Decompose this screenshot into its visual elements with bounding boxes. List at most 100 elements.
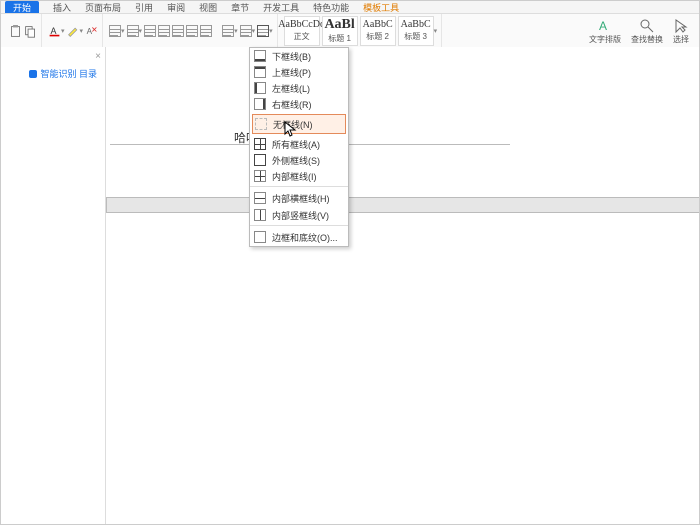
align-left-icon[interactable] [144,25,156,37]
app-window: { "menubar": { "start": "开始", "items": [… [0,0,700,525]
border-none-icon [255,118,267,130]
border-bottom-icon [254,50,266,62]
indent-decrease-icon[interactable] [222,25,234,37]
border-menu-label: 右框线(R) [272,98,312,111]
paragraph-group: ▾ ▾ ▾ ▾ ▾ [105,14,278,48]
border-menu-item-iv[interactable]: 内部竖框线(V) [250,207,348,223]
font-color-icon[interactable]: A [48,25,61,38]
highlight-icon[interactable] [67,25,80,38]
line-spacing-icon[interactable] [240,25,252,37]
border-menu-item-outer[interactable]: 外侧框线(S) [250,152,348,168]
tab-layout[interactable]: 页面布局 [85,1,121,14]
editing-group: A文字排版 查找替换 选择 [589,18,695,45]
borders-dropdown: 下框线(B) 上框线(P)左框线(L) 右框线(R) 无框线(N) 所有框线(A) 外侧框… [249,47,349,247]
align-right-icon[interactable] [172,25,184,37]
chevron-down-icon[interactable]: ▾ [80,27,84,35]
chevron-down-icon[interactable]: ▾ [61,27,65,35]
text-wrap-label: 文字排版 [589,34,621,45]
style-preview: AaBbC [401,20,431,30]
chevron-down-icon[interactable]: ▾ [234,27,238,35]
navigation-panel: × 智能识别 目录 [1,47,106,524]
svg-text:A: A [50,25,56,35]
tab-view[interactable]: 视图 [199,1,217,14]
border-menu-item-none[interactable]: 无框线(N) [252,114,346,134]
border-menu-item-bottom[interactable]: 下框线(B) [250,48,348,64]
wrap-icon: A [597,18,613,34]
tab-template[interactable]: 模板工具 [363,1,399,14]
border-ih-icon [254,192,266,204]
style-h1[interactable]: AaBl标题 1 [322,16,358,46]
chevron-down-icon[interactable]: ▾ [121,27,125,35]
find-replace-button[interactable]: 查找替换 [631,18,663,45]
borders-button[interactable] [257,25,269,37]
tab-insert[interactable]: 插入 [53,1,71,14]
numbering-icon[interactable] [127,25,139,37]
select-button[interactable]: 选择 [673,18,689,45]
toc-smart[interactable]: 智能识别 目录 [29,67,97,80]
border-menu-item-all[interactable]: 所有框线(A) [250,136,348,152]
table-row[interactable] [106,197,700,213]
toc-label: 智能识别 目录 [40,67,97,80]
style-label: 正文 [294,30,310,42]
align-justify-icon[interactable] [186,25,198,37]
style-preview: AaBbC [363,20,393,30]
style-label: 标题 2 [366,30,389,42]
clear-format-icon[interactable]: A [85,25,98,38]
find-replace-label: 查找替换 [631,34,663,45]
border-menu-label: 所有框线(A) [272,138,320,151]
border-menu-item-top[interactable]: 上框线(P) [250,64,348,80]
style-label: 标题 1 [328,32,351,44]
border-inner-icon [254,170,266,182]
paste-icon[interactable] [9,25,22,38]
document-area[interactable]: 哈哈哈哈 [106,47,699,524]
clipboard-group [5,14,42,48]
close-icon[interactable]: × [95,51,101,62]
border-menu-label: 上框线(P) [272,66,311,79]
border-right-icon [254,98,266,110]
tab-sections[interactable]: 章节 [231,1,249,14]
border-more-icon [254,231,266,243]
border-menu-item-right[interactable]: 右框线(R) [250,96,348,112]
border-menu-label: 内部框线(I) [272,170,317,183]
menubar: 开始 插入 页面布局 引用 审阅 视图 章节 开发工具 特色功能 模板工具 [1,1,699,14]
chevron-down-icon[interactable]: ▾ [269,27,273,35]
text-wrap-button[interactable]: A文字排版 [589,18,621,45]
border-top-icon [254,66,266,78]
search-icon [639,18,655,34]
style-h3[interactable]: AaBbC标题 3 [398,16,434,46]
style-preview: AaBl [324,18,354,32]
chevron-down-icon[interactable]: ▾ [252,27,256,35]
cursor-icon [673,18,689,34]
tab-features[interactable]: 特色功能 [313,1,349,14]
border-menu-item-left[interactable]: 左框线(L) [250,80,348,96]
tab-references[interactable]: 引用 [135,1,153,14]
select-label: 选择 [673,34,689,45]
chevron-down-icon[interactable]: ▾ [139,27,143,35]
border-menu-item-inner[interactable]: 内部框线(I) [250,168,348,184]
border-menu-label: 边框和底纹(O)... [272,231,338,244]
border-outer-icon [254,154,266,166]
border-menu-item-ih[interactable]: 内部横框线(H) [250,186,348,207]
ribbon: A▾ ▾ A ▾ ▾ ▾ ▾ ▾ AaBbCcDd正文 AaBl标题 1 AaB… [1,14,699,49]
border-all-icon [254,138,266,150]
toc-icon [29,70,37,78]
styles-more-icon[interactable]: ▾ [434,27,438,35]
copy-icon[interactable] [24,25,37,38]
svg-text:A: A [87,26,93,35]
tab-review[interactable]: 审阅 [167,1,185,14]
workspace: × 智能识别 目录 哈哈哈哈 [1,47,699,524]
tab-start[interactable]: 开始 [5,1,39,13]
bullets-icon[interactable] [109,25,121,37]
svg-text:A: A [599,19,607,33]
tab-developer[interactable]: 开发工具 [263,1,299,14]
border-menu-label: 外侧框线(S) [272,154,320,167]
border-iv-icon [254,209,266,221]
style-h2[interactable]: AaBbC标题 2 [360,16,396,46]
align-distribute-icon[interactable] [200,25,212,37]
border-menu-label: 内部竖框线(V) [272,209,329,222]
style-normal[interactable]: AaBbCcDd正文 [284,16,320,46]
styles-group: AaBbCcDd正文 AaBl标题 1 AaBbC标题 2 AaBbC标题 3 … [280,14,443,48]
border-menu-item-more[interactable]: 边框和底纹(O)... [250,225,348,246]
border-left-icon [254,82,266,94]
align-center-icon[interactable] [158,25,170,37]
